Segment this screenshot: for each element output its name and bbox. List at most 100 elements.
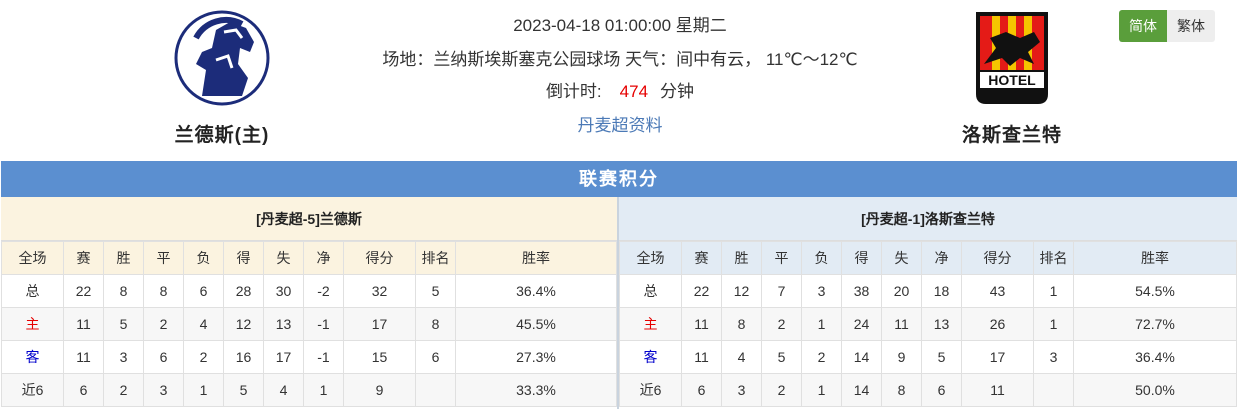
home-team-name[interactable]: 兰德斯(主) [112, 120, 332, 147]
table-row: 主 11 8 2 1 24 11 13 26 1 72.7% [619, 307, 1237, 341]
table-cell: 36.4% [455, 274, 617, 308]
table-cell: 6 [681, 373, 722, 407]
table-cell: 8 [881, 373, 922, 407]
match-info: 2023-04-18 01:00:00 星期二 场地：兰纳斯埃斯塞克公园球场 天… [380, 0, 860, 138]
table-cell: 6 [143, 340, 184, 374]
table-cell: 3 [103, 340, 144, 374]
home-standings-header: [丹麦超-5]兰德斯 [1, 197, 617, 241]
table-cell: 17 [343, 307, 416, 341]
column-header: 赛 [681, 241, 722, 275]
table-cell: 3 [1033, 340, 1074, 374]
table-cell: 8 [103, 274, 144, 308]
table-cell: 2 [183, 340, 224, 374]
table-cell: 33.3% [455, 373, 617, 407]
column-header: 赛 [63, 241, 104, 275]
table-cell: 15 [343, 340, 416, 374]
table-cell: 3 [143, 373, 184, 407]
table-cell: 5 [223, 373, 264, 407]
table-cell: 13 [263, 307, 304, 341]
table-cell: 14 [841, 373, 882, 407]
table-cell: 27.3% [455, 340, 617, 374]
table-cell: 17 [263, 340, 304, 374]
table-row: 近6 6 3 2 1 14 8 6 11 50.0% [619, 373, 1237, 407]
table-cell: 7 [761, 274, 802, 308]
table-cell: 2 [103, 373, 144, 407]
row-label: 客 [1, 340, 64, 374]
match-datetime: 2023-04-18 01:00:00 星期二 [513, 16, 727, 35]
column-header: 得分 [343, 241, 416, 275]
home-standings: [丹麦超-5]兰德斯 全场赛胜平负得失净得分 排名 胜率 总 22 8 8 6 28 30 -2 3… [1, 197, 619, 409]
table-cell: 6 [415, 340, 456, 374]
fc-nordsjaelland-hotel-logo-icon[interactable]: HOTEL [962, 8, 1062, 108]
home-standings-table: 全场赛胜平负得失净得分 排名 胜率 总 22 8 8 6 28 30 -2 32 5 36.4% 主 11 5… [1, 241, 617, 407]
table-cell: 11 [681, 340, 722, 374]
away-team-name[interactable]: 洛斯查兰特 [902, 120, 1122, 147]
away-standings: [丹麦超-1]洛斯查兰特 全场赛胜平负得失净得分 排名 胜率 总 22 12 7 3 38 20… [619, 197, 1237, 409]
column-header: 全场 [1, 241, 64, 275]
table-cell: 8 [143, 274, 184, 308]
lang-simplified-button[interactable]: 简体 [1119, 10, 1167, 42]
table-cell: 72.7% [1073, 307, 1237, 341]
table-cell: 12 [721, 274, 762, 308]
away-standings-header: [丹麦超-1]洛斯查兰特 [619, 197, 1237, 241]
table-cell: 50.0% [1073, 373, 1237, 407]
table-cell: 5 [761, 340, 802, 374]
table-cell: 28 [223, 274, 264, 308]
table-cell: 13 [921, 307, 962, 341]
row-label: 主 [619, 307, 682, 341]
table-cell: 4 [721, 340, 762, 374]
table-cell: 8 [721, 307, 762, 341]
column-header: 胜率 [455, 241, 617, 275]
row-label: 总 [619, 274, 682, 308]
away-header-row: 全场赛胜平负得失净得分 排名 胜率 [619, 241, 1237, 275]
table-cell: 6 [921, 373, 962, 407]
column-header: 胜率 [1073, 241, 1237, 275]
column-header: 排名 [1033, 241, 1074, 275]
table-cell: 38 [841, 274, 882, 308]
randers-fc-horse-logo-icon[interactable] [172, 8, 272, 108]
table-cell: 1 [1033, 274, 1074, 308]
table-cell: 45.5% [455, 307, 617, 341]
column-header: 负 [801, 241, 842, 275]
away-standings-table: 全场赛胜平负得失净得分 排名 胜率 总 22 12 7 3 38 20 18 43 1 54.5% 主 11… [619, 241, 1237, 407]
countdown-value: 474 [619, 82, 649, 101]
standings-tables: [丹麦超-5]兰德斯 全场赛胜平负得失净得分 排名 胜率 总 22 8 8 6 28 30 -2 3… [1, 197, 1237, 409]
home-header-row: 全场赛胜平负得失净得分 排名 胜率 [1, 241, 617, 275]
table-cell: 3 [721, 373, 762, 407]
table-cell: 43 [961, 274, 1034, 308]
match-countdown: 倒计时: 474 分钟 [380, 80, 860, 104]
table-cell: 1 [303, 373, 344, 407]
column-header: 负 [183, 241, 224, 275]
column-header: 失 [881, 241, 922, 275]
table-cell: 8 [415, 307, 456, 341]
lang-traditional-button[interactable]: 繁体 [1167, 10, 1215, 42]
table-cell: 30 [263, 274, 304, 308]
row-label: 近6 [619, 373, 682, 407]
table-cell: 2 [801, 340, 842, 374]
table-cell: 17 [961, 340, 1034, 374]
row-label: 主 [1, 307, 64, 341]
table-cell: 11 [881, 307, 922, 341]
match-header: 兰德斯(主) 2023-04-18 01:00:00 星期二 场地：兰纳斯埃斯塞… [0, 0, 1238, 158]
row-label: 客 [619, 340, 682, 374]
table-cell: 1 [801, 373, 842, 407]
table-cell: 11 [961, 373, 1034, 407]
column-header: 失 [263, 241, 304, 275]
table-row: 客 11 4 5 2 14 9 5 17 3 36.4% [619, 340, 1237, 374]
table-cell: 16 [223, 340, 264, 374]
table-row: 总 22 12 7 3 38 20 18 43 1 54.5% [619, 274, 1237, 308]
table-cell: 3 [801, 274, 842, 308]
table-cell: 6 [63, 373, 104, 407]
standings-section-title: 联赛积分 [1, 161, 1237, 197]
table-cell: 11 [681, 307, 722, 341]
table-cell: 4 [183, 307, 224, 341]
table-cell: 1 [183, 373, 224, 407]
table-cell: 11 [63, 307, 104, 341]
league-info: 丹麦超资料 [380, 114, 860, 138]
table-row: 总 22 8 8 6 28 30 -2 32 5 36.4% [1, 274, 617, 308]
column-header: 全场 [619, 241, 682, 275]
table-cell: 36.4% [1073, 340, 1237, 374]
table-row: 客 11 3 6 2 16 17 -1 15 6 27.3% [1, 340, 617, 374]
league-info-link[interactable]: 丹麦超资料 [578, 116, 663, 135]
row-label: 近6 [1, 373, 64, 407]
